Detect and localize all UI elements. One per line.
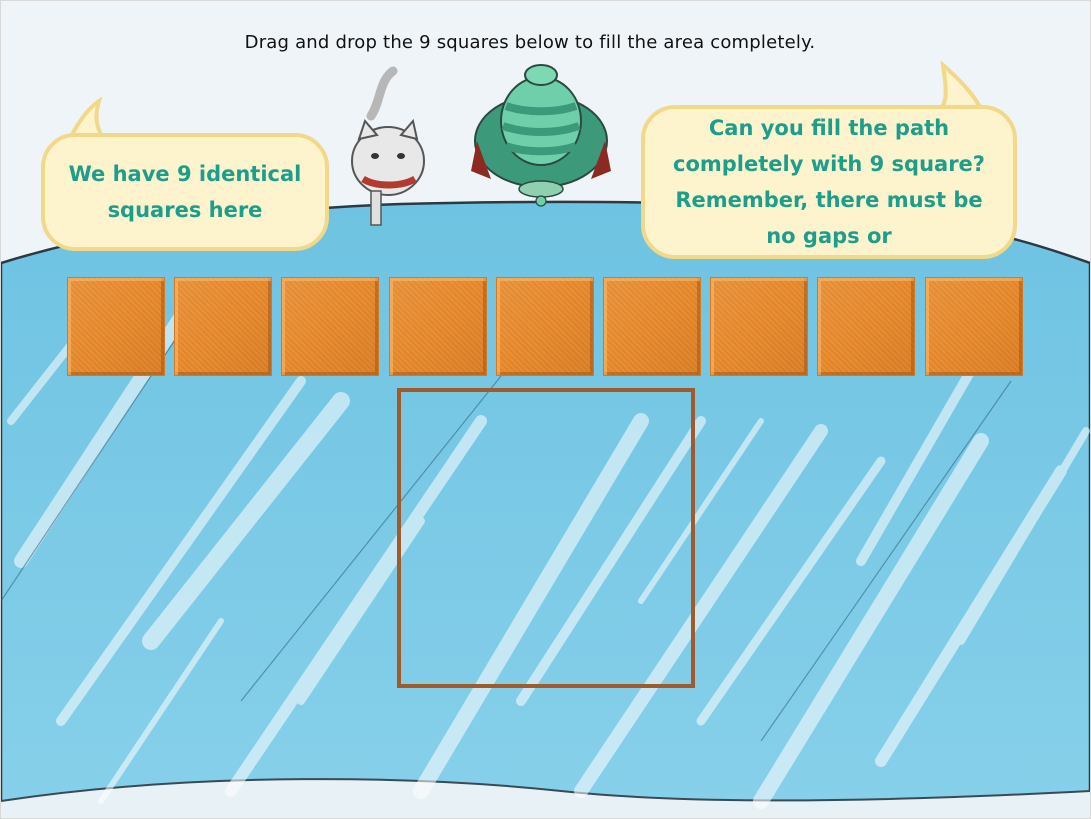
turtle-character (471, 64, 611, 207)
square-tile[interactable] (67, 277, 165, 376)
characters-group (351, 64, 611, 226)
speech-bubble-left: We have 9 identical squares here (41, 133, 329, 251)
cat-character (351, 66, 425, 226)
square-tile[interactable] (925, 277, 1023, 376)
square-tile[interactable] (389, 277, 487, 376)
drop-target-area[interactable] (397, 388, 695, 688)
speech-bubble-right: Can you fill the path completely with 9 … (641, 105, 1017, 259)
instruction-text: Drag and drop the 9 squares below to fil… (244, 32, 816, 53)
speech-bubble-right-text: Can you fill the path completely with 9 … (673, 116, 985, 248)
square-tile[interactable] (603, 277, 701, 376)
square-tile[interactable] (496, 277, 594, 376)
speech-bubble-left-text: We have 9 identical squares here (68, 162, 302, 222)
square-tile[interactable] (710, 277, 808, 376)
square-tile[interactable] (281, 277, 379, 376)
square-tile[interactable] (174, 277, 272, 376)
game-stage: Drag and drop the 9 squares below to fil… (0, 0, 1091, 819)
square-tile[interactable] (817, 277, 915, 376)
square-tiles-tray (67, 277, 1027, 378)
